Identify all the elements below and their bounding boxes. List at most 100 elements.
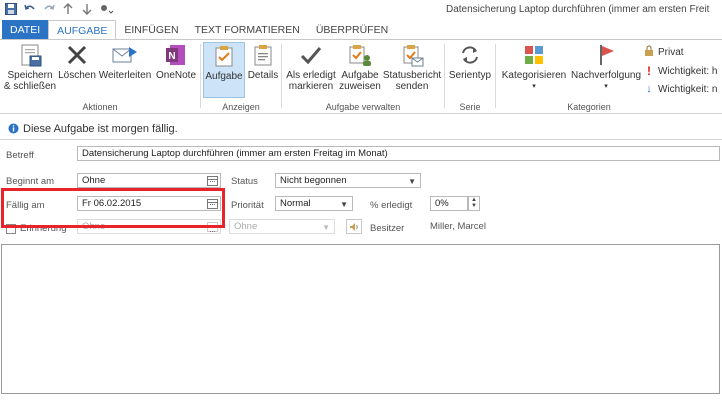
group-label-manage-task: Aufgabe verwalten <box>325 102 401 112</box>
assign-task-label-2: zuweisen <box>339 81 381 92</box>
subject-input[interactable]: Datensicherung Laptop durchführen (immer… <box>77 146 720 161</box>
categorize-icon <box>519 42 549 68</box>
followup-button[interactable]: Nachverfolgung ▾ <box>570 42 642 92</box>
undo-icon[interactable] <box>23 2 37 16</box>
onenote-button[interactable]: N OneNote <box>154 42 198 81</box>
low-importance-toggle[interactable]: ↓ Wichtigkeit: n <box>644 83 717 95</box>
forward-icon <box>110 42 140 68</box>
task-body-editor[interactable] <box>1 244 720 394</box>
details-label: Details <box>247 70 279 81</box>
save-close-button[interactable]: Speichern & schließen <box>3 42 57 92</box>
group-manage-task: Als erledigt markieren Aufgabe zuweisen … <box>282 40 444 114</box>
customize-icon[interactable] <box>99 2 113 16</box>
window-title: Datensicherung Laptop durchführen (immer… <box>446 4 710 15</box>
delete-label: Löschen <box>58 70 96 81</box>
details-button[interactable]: Details <box>246 42 280 81</box>
save-close-label-2: & schließen <box>3 81 57 92</box>
calendar-icon[interactable] <box>207 176 218 186</box>
mark-complete-label-2: markieren <box>288 81 334 92</box>
onenote-label: OneNote <box>155 70 197 81</box>
recurrence-icon <box>455 42 485 68</box>
status-value: Nicht begonnen <box>280 175 347 186</box>
assign-task-button[interactable]: Aufgabe zuweisen <box>338 42 382 92</box>
task-view-label: Aufgabe <box>205 71 243 82</box>
high-importance-toggle[interactable]: ! Wichtigkeit: h <box>644 64 717 78</box>
group-label-show: Anzeigen <box>222 102 260 112</box>
assign-task-label-1: Aufgabe <box>341 70 379 81</box>
tab-format-text[interactable]: TEXT FORMATIEREN <box>187 20 308 40</box>
speaker-icon <box>350 222 358 231</box>
redo-icon[interactable] <box>42 2 56 16</box>
delete-icon <box>62 42 92 68</box>
onenote-icon: N <box>161 42 191 68</box>
percent-complete-label: % erledigt <box>370 200 413 211</box>
followup-label: Nachverfolgung <box>570 70 642 81</box>
group-recurrence: Serientyp Serie <box>445 40 495 114</box>
group-show: Aufgabe Details Anzeigen <box>201 40 281 114</box>
chevron-down-icon: ▾ <box>532 83 536 90</box>
start-date-value: Ohne <box>82 175 106 186</box>
info-bar-text: Diese Aufgabe ist morgen fällig. <box>23 122 178 135</box>
status-label: Status <box>231 176 258 187</box>
status-report-label-1: Statusbericht <box>382 70 442 81</box>
tab-review[interactable]: ÜBERPRÜFEN <box>308 20 396 40</box>
svg-text:N: N <box>168 51 175 62</box>
task-view-button[interactable]: Aufgabe <box>203 42 245 98</box>
checkmark-icon <box>296 42 326 68</box>
group-actions: Speichern & schließen Löschen Weiterleit… <box>0 40 200 114</box>
info-bar: Diese Aufgabe ist morgen fällig. <box>0 118 722 140</box>
ribbon-tabs: DATEI AUFGABE EINFÜGEN TEXT FORMATIEREN … <box>0 20 722 40</box>
priority-value: Normal <box>280 198 311 209</box>
mark-complete-button[interactable]: Als erledigt markieren <box>284 42 338 92</box>
chevron-down-icon: ▼ <box>408 177 416 186</box>
start-date-input[interactable]: Ohne <box>77 173 221 188</box>
save-icon[interactable] <box>4 2 18 16</box>
chevron-down-icon: ▼ <box>322 223 330 232</box>
chevron-down-icon: ▾ <box>604 83 608 90</box>
priority-select[interactable]: Normal ▼ <box>275 196 353 211</box>
lock-icon <box>644 45 654 59</box>
recurrence-label: Serientyp <box>448 70 492 81</box>
tab-task[interactable]: AUFGABE <box>48 20 117 40</box>
details-icon <box>248 42 278 68</box>
chevron-down-icon: ▼ <box>340 200 348 209</box>
start-date-label: Beginnt am <box>6 176 55 187</box>
tab-file[interactable]: DATEI <box>2 20 49 40</box>
low-importance-label: Wichtigkeit: n <box>658 83 718 95</box>
quick-access-toolbar <box>4 2 113 16</box>
tab-insert[interactable]: EINFÜGEN <box>116 20 186 40</box>
delete-button[interactable]: Löschen <box>58 42 96 81</box>
down-arrow-icon: ↓ <box>646 83 652 95</box>
group-label-categories: Kategorien <box>567 102 611 112</box>
title-bar: Datensicherung Laptop durchführen (immer… <box>0 0 722 20</box>
group-categories: Kategorisieren ▾ Nachverfolgung ▾ Privat… <box>496 40 722 114</box>
exclamation-icon: ! <box>647 64 651 78</box>
priority-label: Priorität <box>231 200 264 211</box>
down-arrow-icon[interactable] <box>80 2 94 16</box>
owner-label: Besitzer <box>370 223 405 234</box>
forward-button[interactable]: Weiterleiten <box>96 42 154 81</box>
stepper-down-icon[interactable]: ▼ <box>469 203 479 209</box>
status-report-label-2: senden <box>395 81 429 92</box>
up-arrow-icon[interactable] <box>61 2 75 16</box>
high-importance-label: Wichtigkeit: h <box>658 65 718 77</box>
forward-label: Weiterleiten <box>98 70 152 81</box>
flag-icon <box>591 42 621 68</box>
private-toggle[interactable]: Privat <box>644 45 684 59</box>
percent-stepper[interactable]: ▲ ▼ <box>468 196 480 211</box>
subject-label: Betreff <box>6 150 34 161</box>
mark-complete-label-1: Als erledigt <box>286 70 336 81</box>
categorize-button[interactable]: Kategorisieren ▾ <box>498 42 570 92</box>
send-status-report-button[interactable]: Statusbericht senden <box>382 42 442 92</box>
info-icon <box>8 123 19 134</box>
percent-complete-input[interactable]: 0% <box>430 196 468 211</box>
reminder-time-value: Ohne <box>234 221 258 232</box>
highlight-box <box>1 188 225 228</box>
reminder-time-select[interactable]: Ohne ▼ <box>229 219 335 234</box>
group-label-recurrence: Serie <box>459 102 481 112</box>
status-report-icon <box>397 42 427 68</box>
private-label: Privat <box>658 46 684 58</box>
recurrence-button[interactable]: Serientyp <box>447 42 493 81</box>
sound-button[interactable] <box>346 219 362 234</box>
status-select[interactable]: Nicht begonnen ▼ <box>275 173 421 188</box>
